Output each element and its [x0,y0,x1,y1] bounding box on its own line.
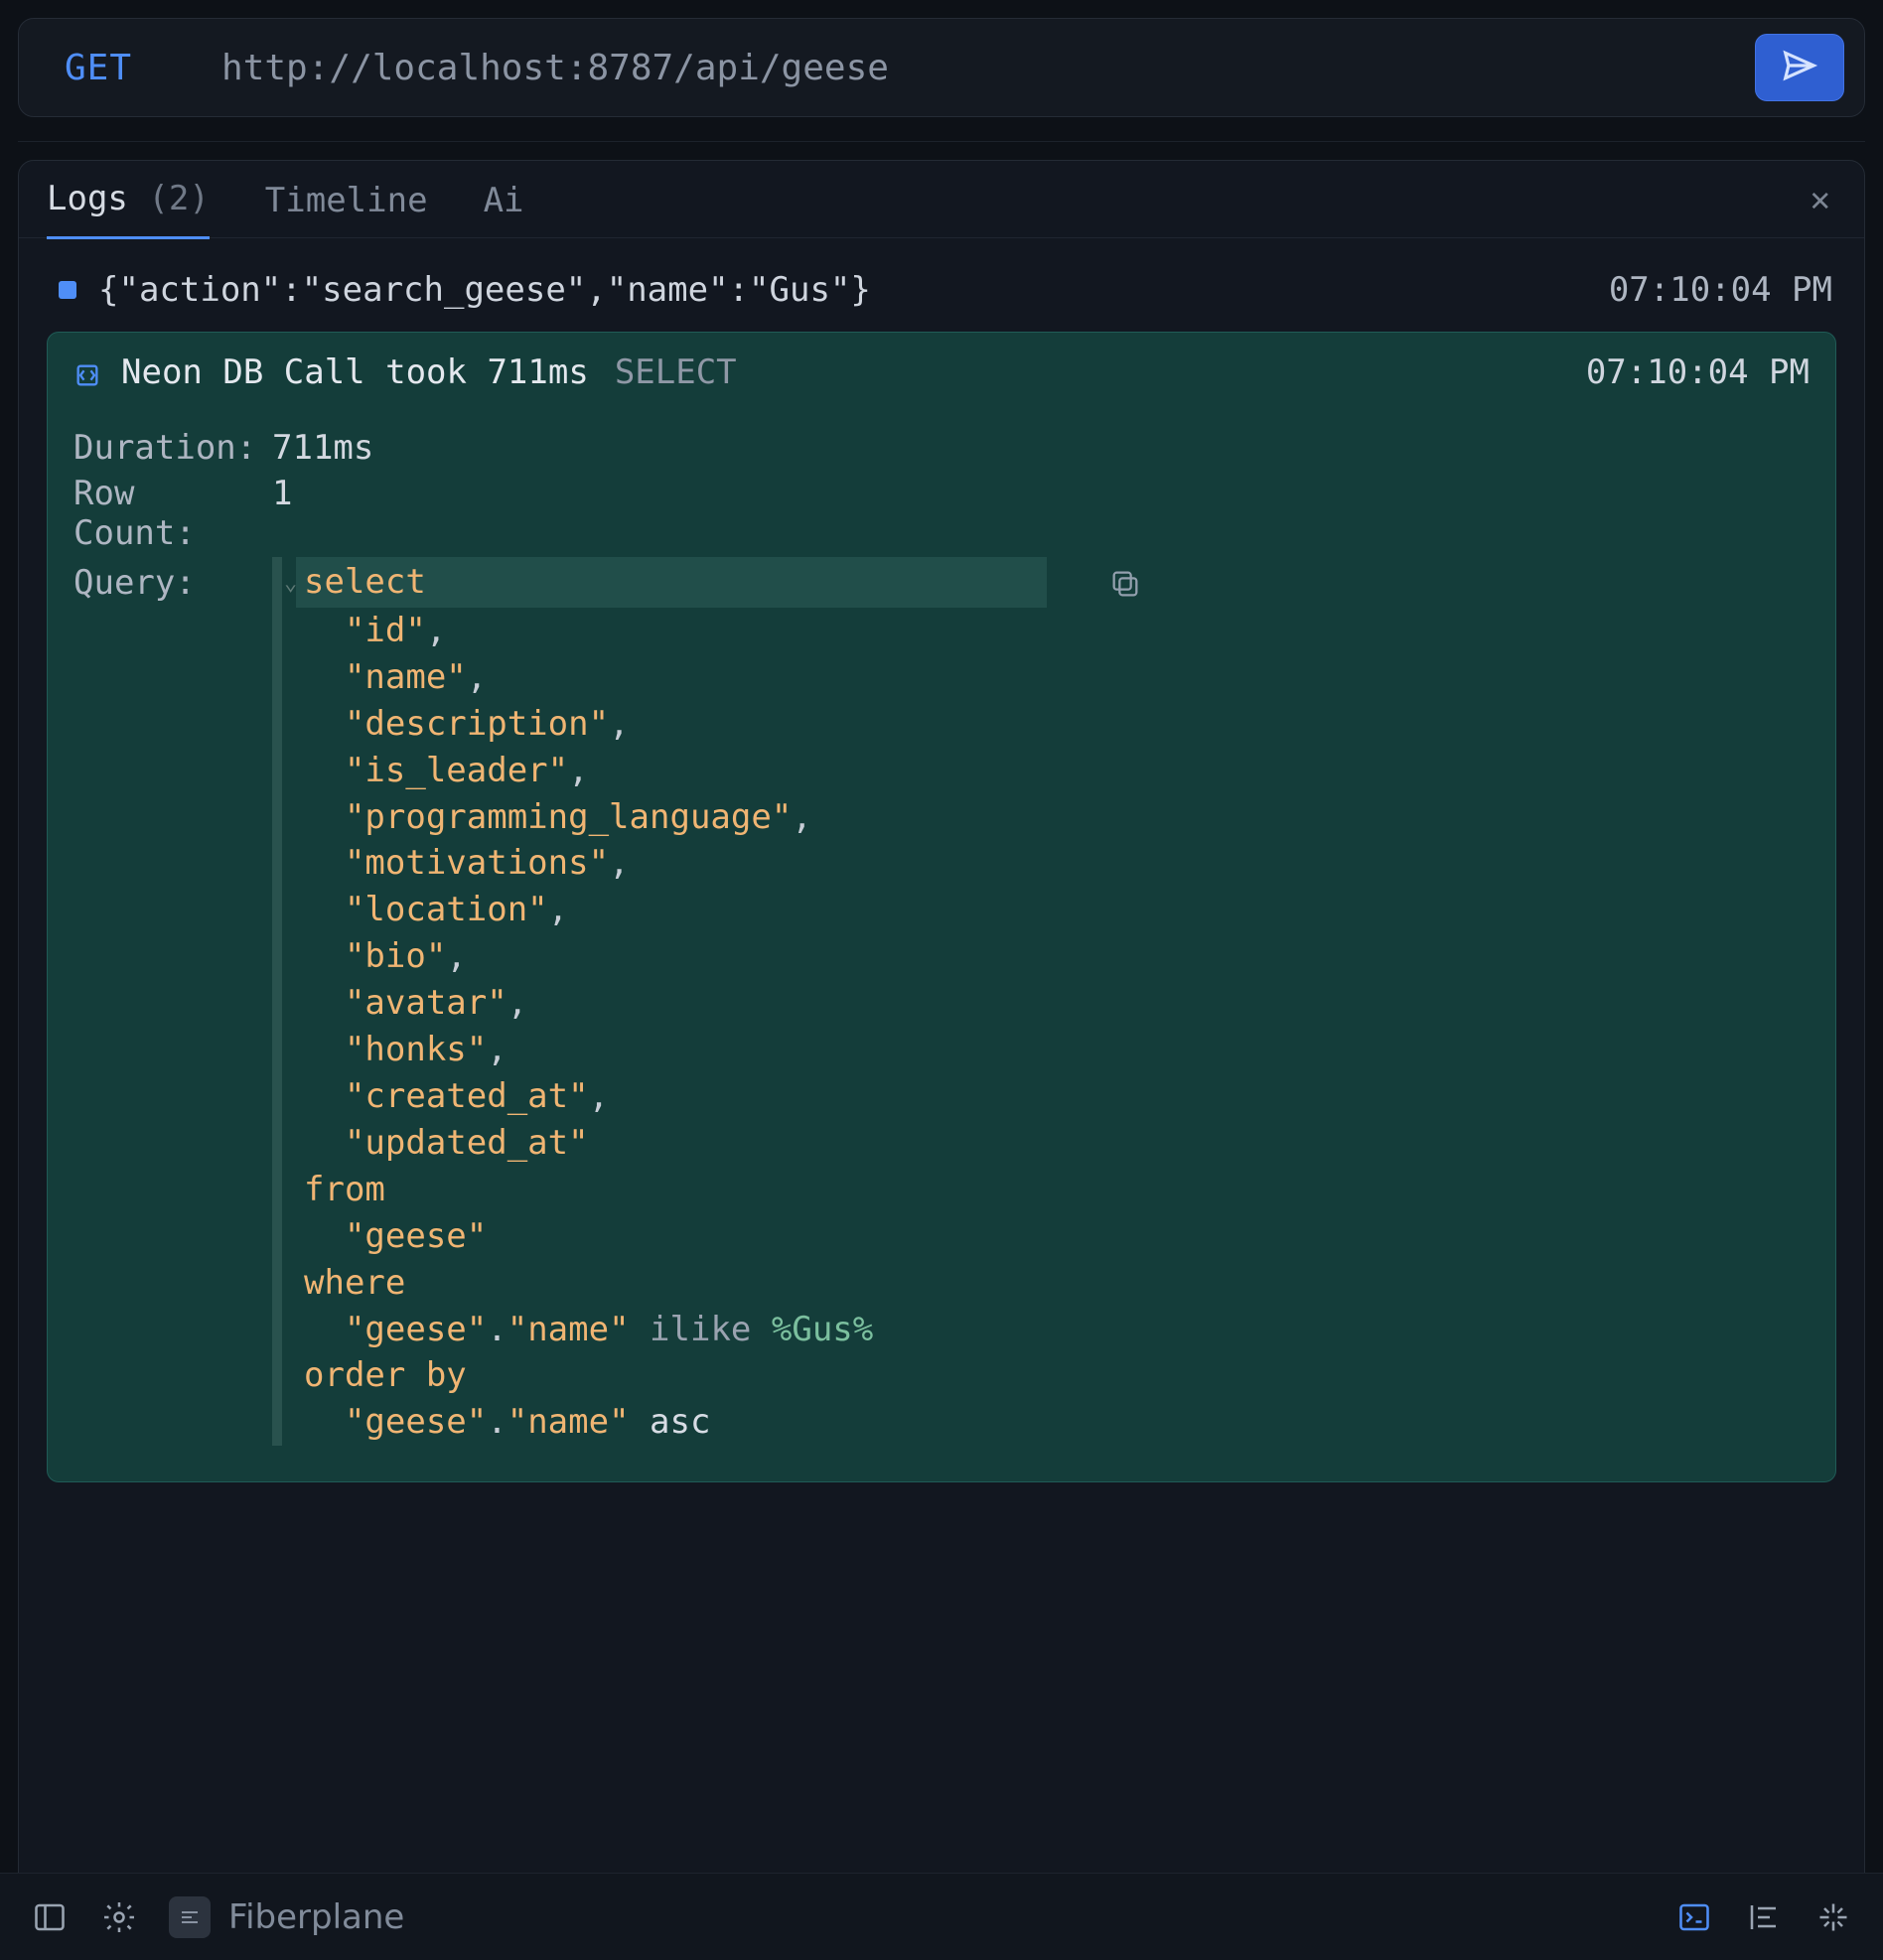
log-text: {"action":"search_geese","name":"Gus"} [98,270,1587,310]
duration-label: Duration: [73,428,272,468]
bottom-bar: Fiberplane [0,1873,1883,1960]
sql-code[interactable]: select "id", "name", "description", "is_… [272,557,1047,1446]
log-level-icon [59,281,76,299]
close-icon[interactable]: ✕ [1805,174,1836,225]
brand-logo-icon [169,1896,211,1938]
database-icon [73,358,101,386]
query-label: Query: [73,557,272,1446]
request-url[interactable]: http://localhost:8787/api/geese [221,48,1666,88]
align-icon[interactable] [1744,1897,1784,1937]
tabs-row: Logs (2) Timeline Ai ✕ [19,161,1864,238]
log-time: 07:10:04 PM [1609,270,1832,310]
tab-timeline[interactable]: Timeline [265,161,428,238]
request-bar: GET http://localhost:8787/api/geese [18,18,1865,117]
gear-icon[interactable] [99,1897,139,1937]
sparkle-icon[interactable] [1813,1897,1853,1937]
log-card-title: Neon DB Call took 711ms [121,352,589,392]
tab-ai[interactable]: Ai [484,161,524,238]
log-row[interactable]: {"action":"search_geese","name":"Gus"} 0… [47,264,1836,316]
brand-badge[interactable]: Fiberplane [169,1896,404,1938]
send-button[interactable] [1755,34,1844,101]
chevron-down-icon[interactable]: ⌄ [284,571,297,596]
send-icon [1781,47,1818,88]
sidebar-toggle-icon[interactable] [30,1897,70,1937]
logs-panel: Logs (2) Timeline Ai ✕ {"action":"search… [18,160,1865,1960]
tab-logs[interactable]: Logs (2) [47,159,210,239]
tab-logs-count: (2) [148,179,209,218]
http-method[interactable]: GET [65,48,132,88]
sql-block: ⌄ select "id", "name", "description", "i… [272,557,1047,1446]
tab-logs-label: Logs [47,179,128,218]
log-card-time: 07:10:04 PM [1586,352,1810,392]
log-card-keyword: SELECT [615,352,737,392]
brand-name: Fiberplane [228,1897,404,1937]
log-card-header[interactable]: Neon DB Call took 711ms SELECT 07:10:04 … [73,352,1810,392]
log-card-meta: Duration: 711ms Row Count: 1 [73,428,1810,553]
log-card-expanded: Neon DB Call took 711ms SELECT 07:10:04 … [47,332,1836,1482]
logs-body: {"action":"search_geese","name":"Gus"} 0… [19,238,1864,1512]
terminal-icon[interactable] [1674,1897,1714,1937]
duration-value: 711ms [272,428,373,468]
rowcount-label: Row Count: [73,474,272,553]
copy-button[interactable] [1108,567,1142,601]
rowcount-value: 1 [272,474,292,553]
divider [18,141,1865,142]
